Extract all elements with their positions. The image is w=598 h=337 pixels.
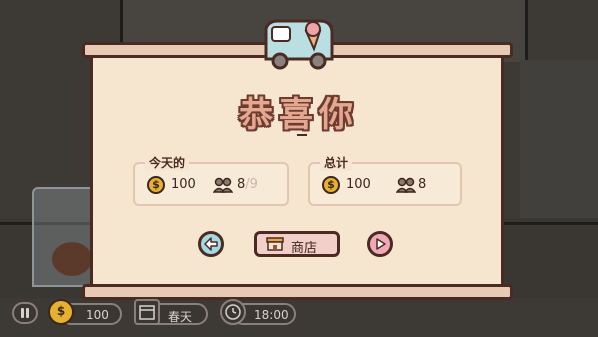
pause-button[interactable]	[12, 302, 38, 324]
coin-icon: $	[322, 176, 340, 194]
back-button[interactable]	[198, 231, 224, 257]
season-value: 春天	[168, 310, 193, 324]
popup-title: 恭喜你	[239, 95, 359, 135]
customers-icon	[213, 177, 233, 193]
left-arrow-icon	[204, 237, 218, 251]
calendar-icon	[134, 299, 160, 325]
ice-cream-truck-icon	[264, 19, 334, 70]
total-label: 总计	[320, 154, 353, 171]
today-customers: 8/9	[237, 177, 258, 192]
money-coin-icon: $	[48, 299, 74, 325]
pause-icon	[21, 308, 29, 318]
shop-button[interactable]: 商店	[254, 231, 340, 257]
coin-icon: $	[147, 176, 165, 194]
customers-icon	[396, 177, 416, 193]
background-wall	[520, 60, 598, 220]
today-customers-total: /9	[245, 177, 258, 192]
next-button[interactable]	[367, 231, 393, 257]
right-arrow-icon	[376, 238, 386, 250]
shop-button-label: 商店	[291, 241, 318, 256]
title-divider	[297, 134, 307, 136]
total-coins: 100	[346, 177, 371, 192]
storefront-icon	[266, 237, 284, 251]
today-stats-box: 今天的 $ 100 8/9	[133, 154, 289, 206]
total-stats-box: 总计 $ 100 8	[308, 154, 462, 206]
money-value: 100	[86, 308, 109, 322]
clock-icon	[220, 299, 246, 325]
today-coins: 100	[171, 177, 196, 192]
today-label: 今天的	[145, 154, 190, 171]
time-value: 18:00	[254, 308, 289, 322]
cookie	[52, 242, 92, 276]
total-customers: 8	[418, 177, 427, 192]
scroll-bottom-rod	[82, 284, 513, 300]
